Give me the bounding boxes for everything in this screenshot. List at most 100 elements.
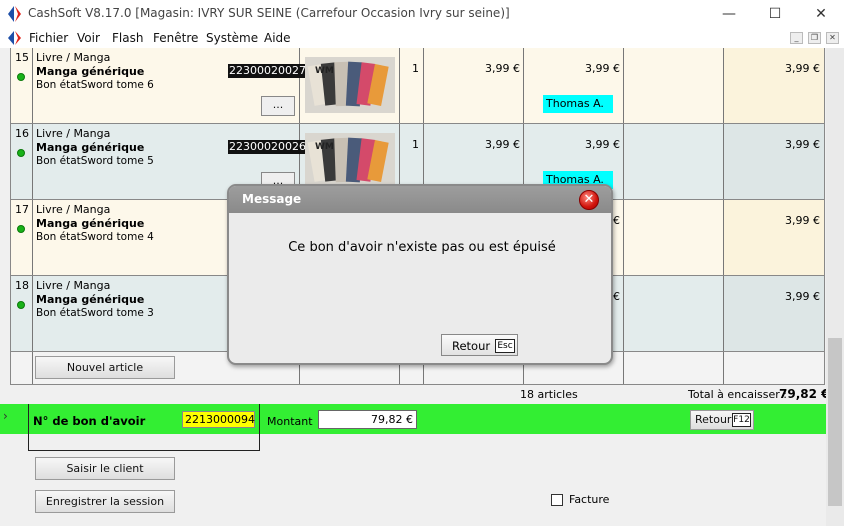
article-image-cell: WM [300, 48, 400, 123]
article-category: Livre / Manga [36, 279, 111, 292]
esc-keycap: Esc [495, 339, 515, 353]
amount-label: Montant [267, 415, 313, 428]
summary-bar: 18 articles Total à encaisser : 79,82 € [0, 385, 844, 404]
empty-cell [624, 124, 724, 199]
empty-cell [624, 200, 724, 275]
article-barcode: 22300020026 [228, 140, 307, 154]
row-number: 18 [15, 279, 29, 292]
status-dot-icon [17, 301, 25, 309]
seller-badge[interactable]: Thomas A. [543, 95, 613, 113]
carrefour-logo-icon [8, 6, 21, 22]
set-client-button[interactable]: Saisir le client [35, 457, 175, 480]
line-total-cell: 3,99 € [724, 276, 824, 351]
line-total-value: 3,99 € [785, 290, 820, 303]
app-menu-logo-icon[interactable] [6, 30, 22, 46]
article-name: Manga générique [36, 65, 145, 78]
status-dot-icon [17, 225, 25, 233]
amount-input[interactable]: 79,82 € [318, 410, 417, 429]
title-bar: CashSoft V8.17.0 [Magasin: IVRY SUR SEIN… [0, 0, 844, 28]
empty-cell [624, 276, 724, 351]
menu-fichier[interactable]: Fichier [29, 31, 68, 45]
svg-text:WM: WM [315, 66, 334, 76]
menu-systeme[interactable]: Système [206, 31, 258, 45]
f12-keycap: F12 [732, 413, 751, 427]
save-session-button[interactable]: Enregistrer la session [35, 490, 175, 513]
menu-aide[interactable]: Aide [264, 31, 291, 45]
article-name: Manga générique [36, 141, 145, 154]
sale-price-value: 3,99 € [585, 138, 620, 151]
sale-price-cell: 3,99 € Thomas A. [524, 48, 624, 123]
status-dot-icon [17, 73, 25, 81]
menu-flash[interactable]: Flash [112, 31, 143, 45]
article-category: Livre / Manga [36, 51, 111, 64]
article-barcode: 22300020027 [228, 64, 307, 78]
article-category: Livre / Manga [36, 127, 111, 140]
quantity-value: 1 [412, 62, 419, 75]
invoice-label: Facture [569, 493, 610, 506]
article-name: Manga générique [36, 217, 145, 230]
mdi-restore-button[interactable]: ❐ [808, 32, 821, 44]
quantity-cell: 1 [400, 48, 424, 123]
row-number: 17 [15, 203, 29, 216]
invoice-checkbox[interactable] [551, 494, 563, 506]
vertical-scrollbar[interactable] [826, 48, 844, 526]
dialog-back-button[interactable]: Retour Esc [441, 334, 518, 356]
line-total-cell: 3,99 € [724, 124, 824, 199]
dialog-close-icon[interactable]: ✕ [579, 190, 599, 210]
line-total-value: 3,99 € [785, 214, 820, 227]
article-category: Livre / Manga [36, 203, 111, 216]
row-number: 16 [15, 127, 29, 140]
mdi-close-button[interactable]: ✕ [826, 32, 839, 44]
total-value: 79,82 € [779, 387, 830, 401]
row-number: 15 [15, 51, 29, 64]
article-subtitle: Bon étatSword tome 6 [36, 79, 154, 91]
menu-fenetre[interactable]: Fenêtre [153, 31, 198, 45]
line-total-cell: 3,99 € [724, 200, 824, 275]
mdi-minimize-button[interactable]: _ [790, 32, 803, 44]
row-indicator-icon: › [3, 409, 8, 423]
row-index-cell: 18 [11, 276, 33, 351]
quantity-value: 1 [412, 138, 419, 151]
sale-price-value: 3,99 € [585, 62, 620, 75]
row-index-cell: 15 [11, 48, 33, 123]
article-details-button[interactable]: ... [261, 96, 295, 116]
article-count: 18 articles [520, 388, 578, 401]
scrollbar-thumb[interactable] [828, 338, 842, 506]
empty-cell [624, 352, 724, 384]
article-description-cell: Livre / Manga Manga générique Bon étatSw… [33, 48, 307, 123]
article-subtitle: Bon étatSword tome 4 [36, 231, 154, 243]
line-total-value: 3,99 € [785, 138, 820, 151]
table-row[interactable]: 15 Livre / Manga Manga générique Bon éta… [11, 48, 824, 124]
dialog-message: Ce bon d'avoir n'existe pas ou est épuis… [288, 240, 556, 255]
close-window-button[interactable]: ✕ [798, 0, 844, 28]
article-name: Manga générique [36, 293, 145, 306]
status-dot-icon [17, 149, 25, 157]
menu-voir[interactable]: Voir [77, 31, 100, 45]
menu-bar: Fichier Voir Flash Fenêtre Système Aide … [0, 28, 844, 48]
window-title: CashSoft V8.17.0 [Magasin: IVRY SUR SEIN… [28, 6, 510, 20]
article-subtitle: Bon étatSword tome 3 [36, 307, 154, 319]
dialog-title: Message [242, 192, 302, 206]
svg-text:WM: WM [315, 142, 334, 152]
empty-cell [11, 352, 33, 384]
row-index-cell: 17 [11, 200, 33, 275]
article-subtitle: Bon étatSword tome 5 [36, 155, 154, 167]
voucher-back-button[interactable]: Retour F12 [690, 410, 754, 430]
message-dialog: Message ✕ Ce bon d'avoir n'existe pas ou… [227, 184, 613, 365]
minimize-button[interactable]: — [706, 0, 752, 28]
total-label: Total à encaisser : [688, 388, 787, 401]
line-total-value: 3,99 € [785, 62, 820, 75]
manga-cover-image: WM [305, 57, 395, 113]
dialog-back-label: Retour [452, 339, 491, 353]
unit-price-cell: 3,99 € [424, 48, 524, 123]
maximize-button[interactable]: ☐ [752, 0, 798, 28]
new-article-button[interactable]: Nouvel article [35, 356, 175, 379]
sale-price-value: € [613, 290, 620, 303]
sale-price-value: € [613, 214, 620, 227]
manga-cover-image: WM [305, 133, 395, 189]
voucher-frame [28, 404, 260, 451]
unit-price-value: 3,99 € [485, 138, 520, 151]
empty-cell [624, 48, 724, 123]
line-total-cell: 3,99 € [724, 48, 824, 123]
row-index-cell: 16 [11, 124, 33, 199]
